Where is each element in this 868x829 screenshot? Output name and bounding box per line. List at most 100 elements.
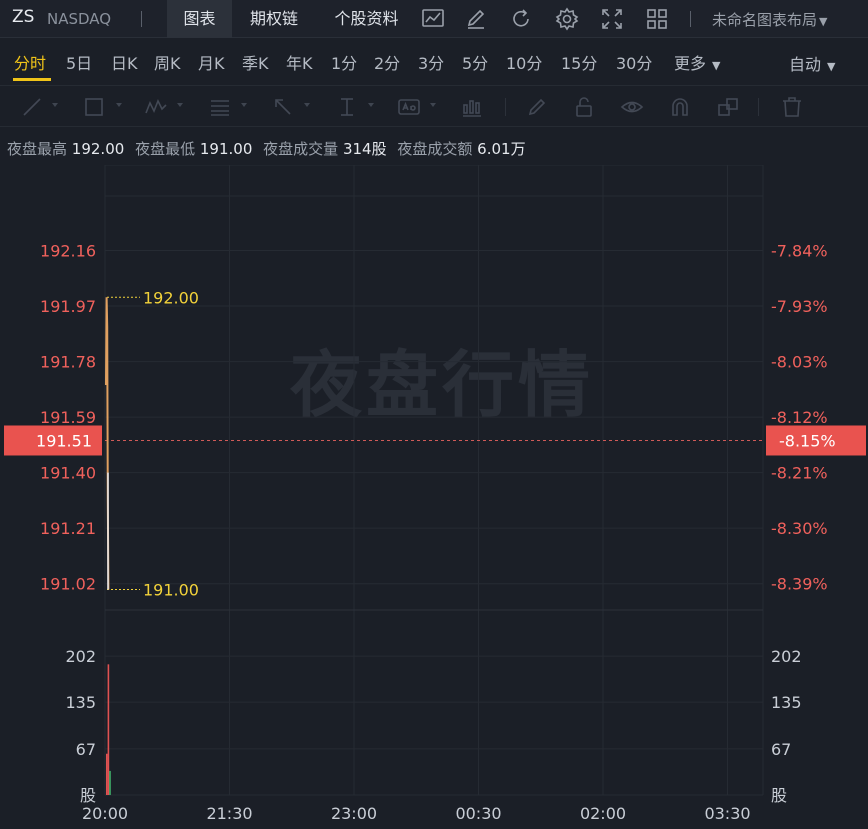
eye-icon[interactable] bbox=[620, 95, 644, 119]
measure-tool-icon[interactable] bbox=[335, 95, 359, 119]
indicator-tool-icon[interactable] bbox=[460, 95, 484, 119]
period-weekly[interactable]: 周K bbox=[154, 50, 181, 74]
period-15min[interactable]: 15分 bbox=[561, 50, 597, 74]
night-session-stats: 夜盘最高 192.00 夜盘最低 191.00 夜盘成交量 314股 夜盘成交额… bbox=[7, 138, 532, 159]
top-bar: ZS NASDAQ 图表 期权链 个股资料 未命名图表布局 ▼ bbox=[0, 0, 868, 38]
layout-name-dropdown[interactable]: 未命名图表布局 ▼ bbox=[712, 9, 827, 30]
price-tick-label: 192.16 bbox=[40, 242, 96, 261]
volume-bar bbox=[107, 664, 110, 795]
more-periods-dropdown[interactable]: 更多 ▼ bbox=[674, 50, 720, 74]
toolbar-divider bbox=[758, 98, 759, 116]
drawing-toolbar bbox=[0, 85, 868, 127]
auto-scale-dropdown[interactable]: 自动 ▼ bbox=[789, 51, 835, 75]
period-intraday[interactable]: 分时 bbox=[14, 50, 46, 74]
caret-down-icon bbox=[177, 103, 183, 107]
current-price-label: 191.51 bbox=[36, 431, 92, 450]
header-divider-2 bbox=[690, 11, 691, 27]
period-5min[interactable]: 5分 bbox=[462, 50, 488, 74]
refresh-icon[interactable] bbox=[508, 6, 534, 32]
active-period-underline bbox=[13, 78, 51, 81]
volume-tick-label-right: 202 bbox=[771, 647, 802, 666]
trend-chart-icon[interactable] bbox=[420, 6, 446, 32]
tab-chart[interactable]: 图表 bbox=[167, 0, 232, 38]
price-tick-label: 191.21 bbox=[40, 519, 96, 538]
exchange-name: NASDAQ bbox=[47, 10, 112, 28]
stat-label-turnover: 夜盘成交额 bbox=[397, 140, 473, 158]
period-30min[interactable]: 30分 bbox=[616, 50, 652, 74]
more-label: 更多 bbox=[674, 54, 707, 73]
wave-tool-icon[interactable] bbox=[144, 95, 168, 119]
period-quarterly[interactable]: 季K bbox=[242, 50, 269, 74]
volume-tick-label-right: 135 bbox=[771, 693, 802, 712]
auto-label: 自动 bbox=[789, 55, 822, 74]
caret-down-icon bbox=[430, 103, 436, 107]
period-10min[interactable]: 10分 bbox=[506, 50, 542, 74]
period-daily[interactable]: 日K bbox=[111, 50, 138, 74]
stat-value-turnover: 6.01万 bbox=[477, 140, 526, 158]
line-tool-icon[interactable] bbox=[20, 95, 44, 119]
volume-tick-label: 202 bbox=[65, 647, 96, 666]
arrow-tool-icon[interactable] bbox=[271, 95, 295, 119]
pct-tick-label: -7.84% bbox=[771, 242, 828, 261]
caret-down-icon: ▼ bbox=[819, 15, 828, 28]
volume-unit-label: 股 bbox=[80, 786, 96, 805]
pct-tick-label: -8.12% bbox=[771, 408, 828, 427]
high-marker-label: 192.00 bbox=[143, 288, 199, 307]
fib-tool-icon[interactable] bbox=[208, 95, 232, 119]
lock-icon[interactable] bbox=[572, 95, 596, 119]
price-tick-label: 191.59 bbox=[40, 408, 96, 427]
pct-tick-label: -8.03% bbox=[771, 353, 828, 372]
volume-bar bbox=[106, 753, 108, 795]
time-tick-label: 03:30 bbox=[704, 804, 750, 823]
price-chart[interactable]: 192.16 191.97 191.78 191.59 191.40 191.21 191.… bbox=[0, 165, 868, 829]
time-tick-label: 21:30 bbox=[206, 804, 252, 823]
period-monthly[interactable]: 月K bbox=[198, 50, 225, 74]
period-2min[interactable]: 2分 bbox=[374, 50, 400, 74]
caret-down-icon bbox=[241, 103, 247, 107]
layout-name: 未命名图表布局 bbox=[712, 11, 818, 29]
volume-tick-label: 67 bbox=[76, 740, 96, 759]
period-bar: 分时 5日 日K 周K 月K 季K 年K 1分 2分 3分 5分 10分 15分… bbox=[0, 38, 868, 82]
magnet-icon[interactable] bbox=[668, 95, 692, 119]
caret-down-icon bbox=[304, 103, 310, 107]
period-3min[interactable]: 3分 bbox=[418, 50, 444, 74]
tab-options-chain[interactable]: 期权链 bbox=[240, 0, 308, 38]
settings-icon[interactable] bbox=[554, 6, 580, 32]
caret-down-icon bbox=[116, 103, 122, 107]
trash-icon[interactable] bbox=[780, 95, 804, 119]
tab-company-profile[interactable]: 个股资料 bbox=[324, 0, 409, 38]
stat-value-volume: 314股 bbox=[342, 140, 387, 158]
time-tick-label: 00:30 bbox=[455, 804, 501, 823]
edit-icon[interactable] bbox=[463, 6, 489, 32]
time-tick-label: 02:00 bbox=[580, 804, 626, 823]
caret-down-icon bbox=[368, 103, 374, 107]
caret-down-icon: ▼ bbox=[712, 59, 721, 72]
period-yearly[interactable]: 年K bbox=[286, 50, 313, 74]
clone-icon[interactable] bbox=[716, 95, 740, 119]
brush-tool-icon[interactable] bbox=[525, 95, 549, 119]
price-tick-label: 191.02 bbox=[40, 575, 96, 594]
stat-label-volume: 夜盘成交量 bbox=[263, 140, 339, 158]
rect-tool-icon[interactable] bbox=[82, 95, 106, 119]
pct-tick-label: -8.39% bbox=[771, 575, 828, 594]
caret-down-icon: ▼ bbox=[827, 60, 836, 73]
volume-tick-label: 135 bbox=[65, 693, 96, 712]
toolbar-divider bbox=[505, 98, 506, 116]
text-tool-icon[interactable] bbox=[397, 95, 421, 119]
period-1min[interactable]: 1分 bbox=[331, 50, 357, 74]
grid-layout-icon[interactable] bbox=[644, 6, 670, 32]
volume-bar bbox=[109, 770, 111, 795]
volume-unit-label-right: 股 bbox=[771, 786, 787, 805]
stat-label-high: 夜盘最高 bbox=[7, 140, 68, 158]
pct-tick-label: -8.21% bbox=[771, 464, 828, 483]
current-pct-label: -8.15% bbox=[779, 431, 836, 450]
time-tick-label: 23:00 bbox=[331, 804, 377, 823]
pct-tick-label: -8.30% bbox=[771, 519, 828, 538]
time-tick-label: 20:00 bbox=[82, 804, 128, 823]
stat-label-low: 夜盘最低 bbox=[135, 140, 196, 158]
price-tick-label: 191.40 bbox=[40, 464, 96, 483]
fullscreen-icon[interactable] bbox=[599, 6, 625, 32]
volume-tick-label-right: 67 bbox=[771, 740, 791, 759]
period-5day[interactable]: 5日 bbox=[66, 50, 92, 74]
low-marker-label: 191.00 bbox=[143, 581, 199, 600]
